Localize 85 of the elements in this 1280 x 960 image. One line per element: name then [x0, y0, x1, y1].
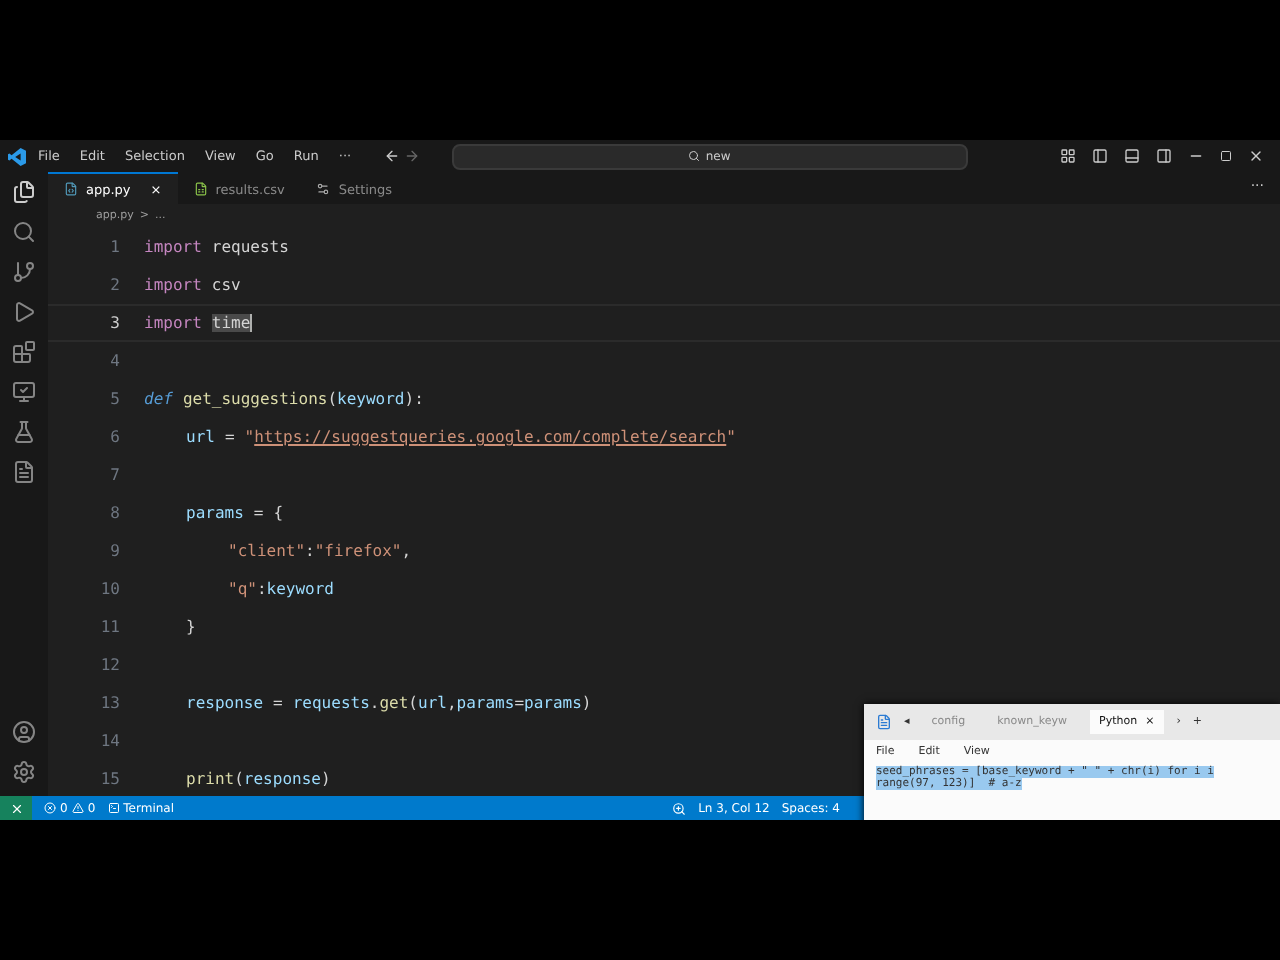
- code-token: params: [186, 504, 244, 522]
- code-token: keyword: [266, 580, 334, 598]
- line-number: 12: [98, 656, 120, 674]
- line-number: 9: [108, 542, 120, 560]
- spreadsheet-icon: [193, 182, 208, 196]
- line-number: 4: [108, 352, 120, 370]
- code-token: ): [581, 694, 592, 712]
- app-logo-icon: [8, 147, 26, 165]
- line-number: 15: [98, 770, 120, 788]
- panel-left-icon[interactable]: [1092, 148, 1108, 164]
- code-token: ):: [404, 390, 424, 408]
- code-token: csv: [211, 276, 241, 294]
- panel-right-icon[interactable]: [1156, 148, 1172, 164]
- csv-file-icon[interactable]: [12, 460, 36, 484]
- code-token: import: [144, 314, 202, 332]
- line-number: 7: [108, 466, 120, 484]
- code-token: :: [256, 580, 267, 598]
- line-number: 11: [98, 618, 120, 636]
- error-icon: [44, 802, 56, 814]
- url-link[interactable]: https://suggestqueries.google.com/complete/search: [254, 428, 727, 446]
- line-number: 8: [108, 504, 120, 522]
- code-token: "q": [228, 580, 257, 598]
- code-token: =: [224, 428, 235, 446]
- code-token: }: [186, 618, 196, 636]
- remote-button[interactable]: [0, 796, 32, 820]
- code-token: :: [305, 542, 315, 560]
- code-token: ,: [446, 694, 457, 712]
- line-number: 10: [98, 580, 120, 598]
- code-token: requests: [292, 694, 370, 712]
- line-number: 6: [108, 428, 120, 446]
- code-token: (: [408, 694, 418, 712]
- code-token: print: [186, 770, 235, 788]
- settings-icon: [316, 182, 331, 196]
- settings-icon[interactable]: [12, 760, 36, 784]
- code-token: keyword: [337, 390, 405, 408]
- code-token: ": [244, 428, 255, 446]
- code-token: =: [273, 694, 283, 712]
- code-token: params: [524, 694, 582, 712]
- code-token: {: [273, 504, 284, 522]
- code-token: get: [379, 694, 409, 712]
- testing-icon[interactable]: [12, 420, 36, 444]
- file-icon: [64, 182, 78, 196]
- code-token: ): [320, 770, 331, 788]
- line-number: 5: [108, 390, 120, 408]
- code-token: =: [514, 694, 525, 712]
- code-token: "client": [228, 542, 306, 560]
- line-number: 2: [108, 276, 120, 294]
- maximize-icon[interactable]: [1220, 150, 1232, 162]
- source-control-icon[interactable]: [12, 260, 36, 284]
- terminal-icon: [107, 802, 120, 814]
- line-number: 13: [98, 694, 120, 712]
- line-number: 1: [108, 238, 120, 256]
- run-debug-icon[interactable]: [12, 300, 36, 324]
- code-token: (: [327, 390, 338, 408]
- account-icon[interactable]: [12, 720, 36, 744]
- code-token: import: [144, 276, 202, 294]
- close-icon[interactable]: [1248, 148, 1264, 164]
- line-number: 14: [98, 732, 120, 750]
- code-token: response: [243, 770, 321, 788]
- warning-icon: [71, 802, 84, 814]
- code-token: response: [186, 694, 264, 712]
- code-token: def: [144, 390, 173, 408]
- extensions-icon[interactable]: [12, 340, 36, 364]
- code-token: params: [456, 694, 515, 712]
- code-token: get_suggestions: [182, 390, 328, 408]
- code-token: ": [726, 428, 736, 446]
- search-icon: [687, 150, 700, 162]
- code-token: time: [211, 314, 253, 332]
- remote-explorer-icon[interactable]: [12, 380, 36, 404]
- code-token: import: [144, 238, 202, 256]
- code-token: =: [253, 504, 264, 522]
- code-token: .: [369, 694, 380, 712]
- back-arrow-icon[interactable]: [383, 148, 400, 164]
- files-icon[interactable]: [12, 180, 36, 204]
- zoom-icon[interactable]: [672, 801, 687, 815]
- search-icon[interactable]: [12, 220, 36, 244]
- code-token: requests: [211, 238, 289, 256]
- code-token: url: [186, 428, 215, 446]
- code-token: "firefox": [314, 542, 402, 560]
- code-token: (: [234, 770, 244, 788]
- line-number: 3: [108, 314, 120, 332]
- code-token: url: [418, 694, 447, 712]
- code-token: ,: [401, 542, 412, 560]
- notepad-icon: [876, 714, 892, 730]
- panel-bottom-icon[interactable]: [1124, 148, 1140, 164]
